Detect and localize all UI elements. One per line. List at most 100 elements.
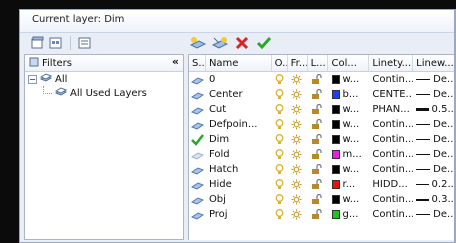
sun-icon[interactable] bbox=[288, 132, 308, 147]
column-color[interactable]: Col... bbox=[328, 55, 370, 71]
lineweight-cell[interactable]: De... bbox=[413, 147, 456, 162]
color-cell[interactable]: w... bbox=[329, 102, 370, 117]
linetype-cell[interactable]: Contin... bbox=[369, 147, 413, 162]
layer-states-manager-icon[interactable] bbox=[77, 35, 93, 51]
lightbulb-icon[interactable] bbox=[272, 132, 288, 147]
tree-item-all-used-layers[interactable]: All Used Layers bbox=[25, 86, 183, 100]
color-cell[interactable]: w... bbox=[329, 162, 370, 177]
layer-name[interactable]: Dim bbox=[206, 132, 272, 147]
new-group-filter-icon[interactable] bbox=[48, 35, 64, 51]
unlock-icon[interactable] bbox=[308, 72, 329, 87]
lineweight-cell[interactable]: 0.5... bbox=[413, 102, 456, 117]
color-cell[interactable]: w... bbox=[329, 72, 370, 87]
tree-item-all[interactable]: − All bbox=[25, 72, 183, 86]
new-property-filter-icon[interactable] bbox=[30, 35, 46, 51]
delete-layer-icon[interactable] bbox=[234, 35, 250, 51]
lightbulb-icon[interactable] bbox=[272, 102, 288, 117]
unlock-icon[interactable] bbox=[308, 102, 329, 117]
layer-name[interactable]: Proj bbox=[206, 207, 272, 222]
layer-name[interactable]: Hatch bbox=[206, 162, 272, 177]
collapse-filter-tree-button[interactable]: « bbox=[172, 55, 179, 68]
new-layer-icon[interactable] bbox=[190, 35, 206, 51]
column-freeze[interactable]: Fr... bbox=[288, 55, 308, 71]
unlock-icon[interactable] bbox=[308, 192, 329, 207]
lightbulb-icon[interactable] bbox=[272, 177, 288, 192]
linetype-cell[interactable]: Contin... bbox=[369, 132, 413, 147]
color-cell[interactable]: w... bbox=[329, 132, 370, 147]
lineweight-cell[interactable]: 0.3... bbox=[413, 192, 456, 207]
table-row[interactable]: Proj g... Contin... De... bbox=[189, 207, 456, 222]
column-linetype[interactable]: Linety... bbox=[369, 55, 414, 71]
sun-icon[interactable] bbox=[288, 72, 308, 87]
lightbulb-icon[interactable] bbox=[272, 147, 288, 162]
linetype-cell[interactable]: Contin... bbox=[369, 72, 413, 87]
lineweight-cell[interactable]: De... bbox=[413, 162, 456, 177]
table-row[interactable]: Fold m... Contin... De... bbox=[189, 147, 456, 162]
sun-icon[interactable] bbox=[288, 102, 308, 117]
table-row[interactable]: Cut w... PHAN... 0.5... bbox=[189, 102, 456, 117]
unlock-icon[interactable] bbox=[308, 177, 329, 192]
table-row[interactable]: Hatch w... Contin... De... bbox=[189, 162, 456, 177]
new-layer-vp-frozen-icon[interactable] bbox=[212, 35, 228, 51]
layer-name[interactable]: Hide bbox=[206, 177, 272, 192]
sun-icon[interactable] bbox=[288, 192, 308, 207]
lineweight-cell[interactable]: De... bbox=[413, 132, 456, 147]
linetype-cell[interactable]: PHAN... bbox=[369, 102, 413, 117]
layer-name[interactable]: 0 bbox=[206, 72, 272, 87]
lineweight-cell[interactable]: De... bbox=[413, 207, 456, 222]
unlock-icon[interactable] bbox=[308, 132, 329, 147]
lineweight-cell[interactable]: 0.2... bbox=[413, 177, 456, 192]
lightbulb-icon[interactable] bbox=[272, 162, 288, 177]
layer-name[interactable]: Center bbox=[206, 87, 272, 102]
lightbulb-icon[interactable] bbox=[272, 117, 288, 132]
sun-icon[interactable] bbox=[288, 177, 308, 192]
table-row[interactable]: Hide r... HIDD... 0.2... bbox=[189, 177, 456, 192]
linetype-cell[interactable]: Contin... bbox=[369, 117, 413, 132]
layer-name[interactable]: Fold bbox=[206, 147, 272, 162]
color-cell[interactable]: r... bbox=[329, 177, 370, 192]
column-on[interactable]: O.. bbox=[272, 55, 288, 71]
linetype-cell[interactable]: HIDD... bbox=[369, 177, 413, 192]
lineweight-cell[interactable]: De... bbox=[413, 72, 456, 87]
sun-icon[interactable] bbox=[288, 87, 308, 102]
lightbulb-icon[interactable] bbox=[272, 207, 288, 222]
status-icon bbox=[189, 147, 206, 162]
sun-icon[interactable] bbox=[288, 207, 308, 222]
lightbulb-icon[interactable] bbox=[272, 192, 288, 207]
table-row[interactable]: Obj w... Contin... 0.3... bbox=[189, 192, 456, 207]
linetype-cell[interactable]: Contin... bbox=[369, 162, 413, 177]
column-name[interactable]: Name bbox=[206, 55, 272, 71]
sun-icon[interactable] bbox=[288, 147, 308, 162]
sun-icon[interactable] bbox=[288, 162, 308, 177]
column-status[interactable]: S.. bbox=[189, 55, 206, 71]
unlock-icon[interactable] bbox=[308, 147, 329, 162]
collapse-toggle-icon[interactable]: − bbox=[28, 74, 37, 84]
lineweight-cell[interactable]: De... bbox=[413, 117, 456, 132]
layer-name[interactable]: Defpoin... bbox=[206, 117, 272, 132]
lightbulb-icon[interactable] bbox=[272, 72, 288, 87]
table-row[interactable]: Center b... CENTE... De... bbox=[189, 87, 456, 102]
set-current-icon[interactable] bbox=[256, 35, 272, 51]
unlock-icon[interactable] bbox=[308, 117, 329, 132]
layer-name[interactable]: Cut bbox=[206, 102, 272, 117]
color-cell[interactable]: w... bbox=[329, 117, 370, 132]
linetype-cell[interactable]: CENTE... bbox=[369, 87, 413, 102]
table-row[interactable]: Dim w... Contin... De... bbox=[189, 132, 456, 147]
column-lock[interactable]: L... bbox=[308, 55, 329, 71]
color-cell[interactable]: m... bbox=[329, 147, 370, 162]
color-cell[interactable]: w... bbox=[329, 192, 370, 207]
lineweight-cell[interactable]: De... bbox=[413, 87, 456, 102]
unlock-icon[interactable] bbox=[308, 162, 329, 177]
layer-name[interactable]: Obj bbox=[206, 192, 272, 207]
color-cell[interactable]: g... bbox=[329, 207, 370, 222]
table-row[interactable]: Defpoin... w... Contin... De... bbox=[189, 117, 456, 132]
unlock-icon[interactable] bbox=[308, 207, 329, 222]
sun-icon[interactable] bbox=[288, 117, 308, 132]
linetype-cell[interactable]: Contin... bbox=[369, 192, 413, 207]
linetype-cell[interactable]: Contin... bbox=[369, 207, 413, 222]
table-row[interactable]: 0 w... Contin... De... bbox=[189, 72, 456, 87]
column-lineweight[interactable]: Linew... bbox=[413, 55, 456, 71]
lightbulb-icon[interactable] bbox=[272, 87, 288, 102]
color-cell[interactable]: b... bbox=[329, 87, 370, 102]
unlock-icon[interactable] bbox=[308, 87, 329, 102]
